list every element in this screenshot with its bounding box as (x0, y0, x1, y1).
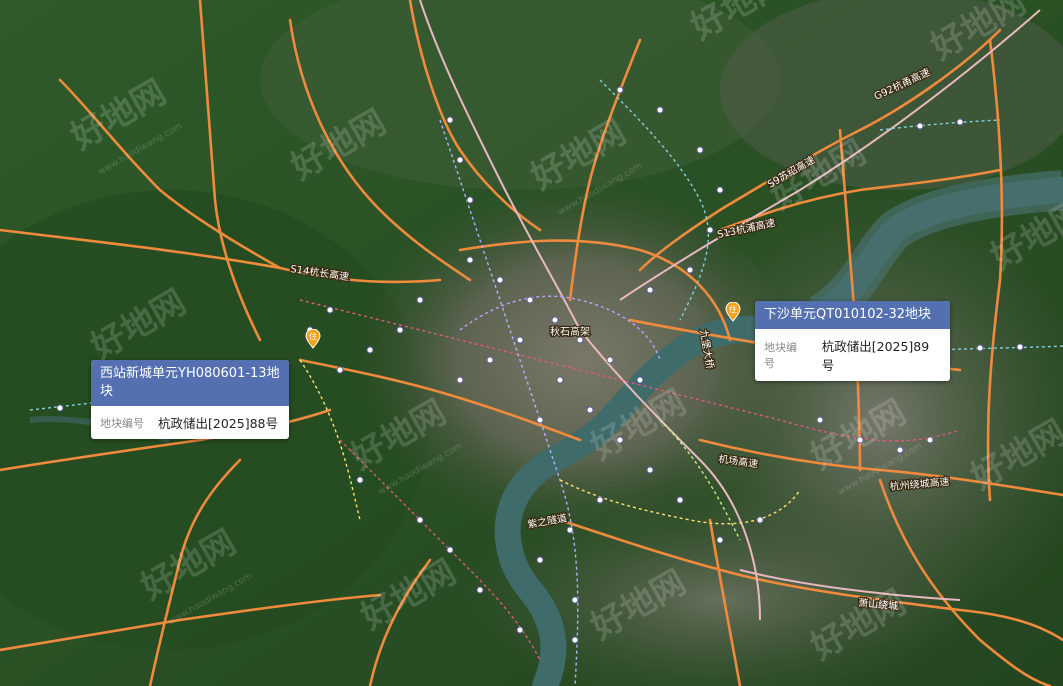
parcel-popup[interactable]: 西站新城单元YH080601-13地块 地块编号 杭政储出[2025]88号 (91, 360, 289, 439)
parcel-popup[interactable]: 下沙单元QT010102-32地块 地块编号 杭政储出[2025]89号 (755, 301, 950, 381)
popup-key: 地块编号 (100, 416, 144, 430)
popup-row: 地块编号 杭政储出[2025]88号 (91, 406, 289, 439)
popup-key: 地块编号 (764, 341, 797, 370)
road-label: 秋石高架 (550, 325, 590, 338)
popup-title: 下沙单元QT010102-32地块 (755, 301, 950, 329)
marker-glyph: 住 (729, 304, 737, 314)
parcel-pin-icon[interactable]: 住 (305, 329, 321, 349)
popup-title: 西站新城单元YH080601-13地块 (91, 360, 289, 406)
popup-value: 杭政储出[2025]89号 (821, 339, 930, 373)
marker-glyph: 住 (309, 331, 317, 341)
popup-row: 地块编号 杭政储出[2025]89号 (755, 329, 950, 381)
popup-value: 杭政储出[2025]88号 (158, 416, 278, 431)
parcel-pin-icon[interactable]: 住 (725, 302, 741, 322)
